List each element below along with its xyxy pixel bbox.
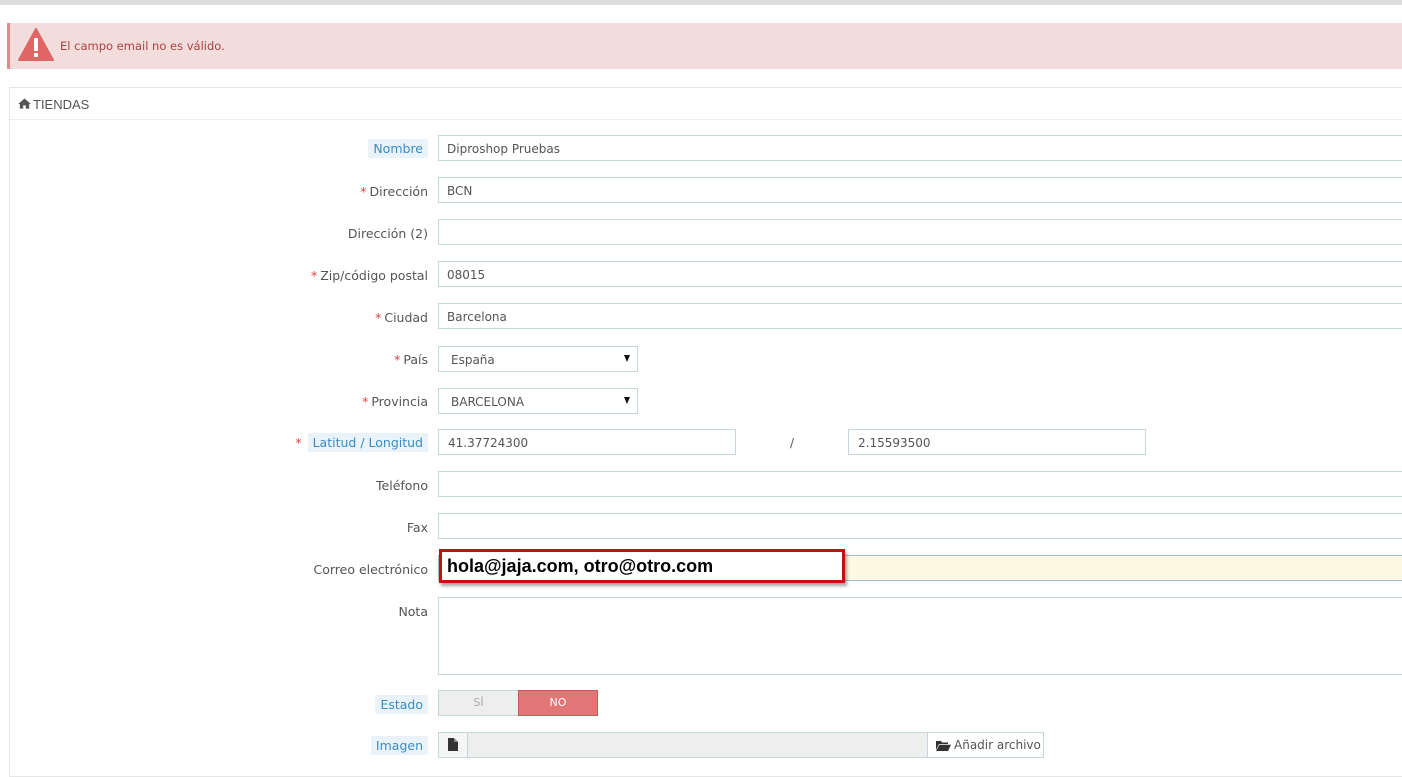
label-ciudad: * Ciudad: [375, 310, 428, 325]
label-nota-text: Nota: [398, 604, 428, 619]
label-imagen-text: Imagen: [370, 736, 428, 755]
telefono-input[interactable]: [438, 471, 1402, 497]
nombre-input[interactable]: Diproshop Pruebas: [438, 135, 1402, 161]
required-marker: *: [360, 184, 367, 199]
required-marker: *: [362, 394, 369, 409]
direccion-input[interactable]: BCN: [438, 177, 1402, 203]
label-latlon: * Latitud / Longitud: [295, 433, 428, 452]
label-provincia: * Provincia: [362, 394, 428, 409]
label-direccion2-text: Dirección (2): [347, 226, 428, 241]
longitude-input[interactable]: 2.15593500: [848, 429, 1146, 455]
fax-input[interactable]: [438, 513, 1402, 539]
label-fax-text: Fax: [406, 520, 428, 535]
estado-toggle: SÍ NO: [438, 690, 598, 716]
label-zip-text: Zip/código postal: [320, 268, 428, 283]
alert-message: El campo email no es válido.: [60, 39, 225, 53]
latlon-separator: /: [790, 436, 795, 450]
label-latlon-text: Latitud / Longitud: [307, 433, 428, 452]
label-nombre-text: Nombre: [368, 139, 428, 158]
label-correo: Correo electrónico: [313, 562, 428, 577]
home-icon: [18, 98, 31, 109]
label-telefono-text: Teléfono: [376, 478, 428, 493]
caret-down-icon: [624, 397, 630, 404]
pais-select[interactable]: España: [438, 346, 638, 372]
required-marker: *: [394, 352, 401, 367]
label-nota: Nota: [398, 604, 428, 619]
label-estado: Estado: [375, 695, 428, 714]
error-alert: El campo email no es válido.: [7, 23, 1402, 69]
estado-yes-option[interactable]: SÍ: [439, 691, 518, 715]
folder-open-icon: [936, 741, 951, 751]
add-file-button[interactable]: Añadir archivo: [927, 732, 1044, 758]
label-fax: Fax: [407, 520, 428, 535]
provincia-select[interactable]: BARCELONA: [438, 388, 638, 414]
label-nombre: Nombre: [368, 139, 428, 158]
panel-title: TIENDAS: [33, 97, 90, 112]
label-correo-text: Correo electrónico: [313, 562, 428, 577]
estado-no-option[interactable]: NO: [518, 690, 598, 716]
direccion2-input[interactable]: [438, 219, 1402, 245]
warning-triangle-icon: [18, 28, 54, 61]
label-pais-text: País: [403, 352, 428, 367]
label-imagen: Imagen: [370, 736, 428, 755]
label-provincia-text: Provincia: [371, 394, 428, 409]
required-marker: *: [310, 268, 318, 283]
imagen-file-field[interactable]: Añadir archivo: [438, 732, 1044, 758]
label-direccion: * Dirección: [360, 184, 428, 199]
add-file-label: Añadir archivo: [954, 738, 1041, 752]
top-bar: [0, 0, 1402, 5]
zip-input[interactable]: 08015: [438, 261, 1402, 287]
provincia-selected: BARCELONA: [451, 395, 525, 409]
panel-heading: TIENDAS: [10, 88, 1402, 120]
email-highlight-callout: hola@jaja.com, otro@otro.com: [439, 549, 845, 583]
label-zip: * Zip/código postal: [311, 268, 428, 283]
label-ciudad-text: Ciudad: [384, 310, 428, 325]
nota-textarea[interactable]: [438, 597, 1402, 675]
latitude-input[interactable]: 41.37724300: [438, 429, 736, 455]
pais-selected: España: [451, 353, 495, 367]
file-icon-box: [439, 733, 468, 757]
required-marker: *: [295, 435, 302, 450]
file-icon: [448, 738, 458, 751]
required-marker: *: [375, 310, 382, 325]
ciudad-input[interactable]: Barcelona: [438, 303, 1402, 329]
label-estado-text: Estado: [375, 695, 428, 714]
label-telefono: Teléfono: [376, 478, 428, 493]
caret-down-icon: [624, 355, 630, 362]
label-direccion-text: Dirección: [369, 184, 428, 199]
label-pais: * País: [394, 352, 428, 367]
label-direccion2: Dirección (2): [348, 226, 428, 241]
